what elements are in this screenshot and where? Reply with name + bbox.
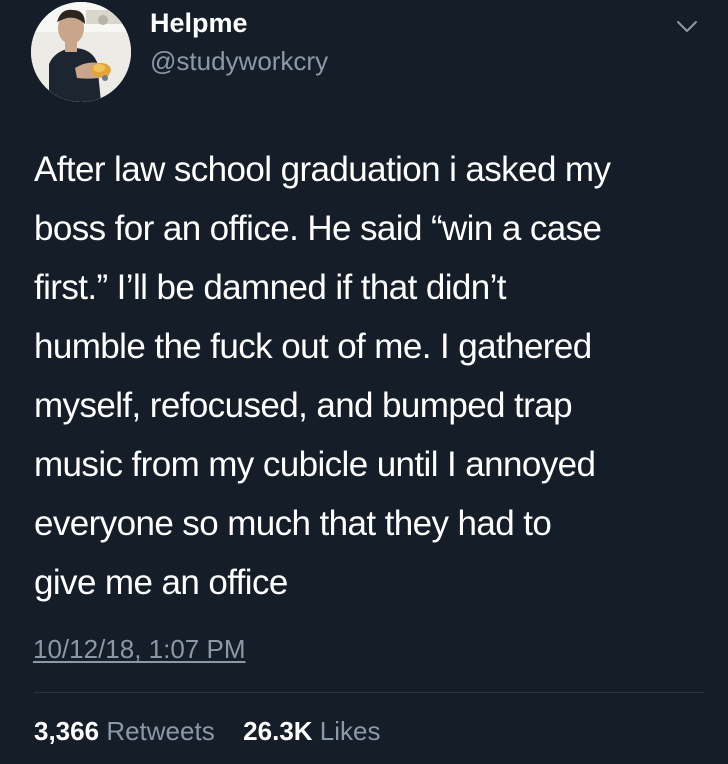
- divider: [34, 692, 704, 693]
- tweet-text-line: everyone so much that they had to: [34, 504, 552, 543]
- chevron-down-icon[interactable]: [676, 20, 698, 34]
- user-handle[interactable]: @studyworkcry: [150, 46, 328, 77]
- tweet-text-line: myself, refocused, and bumped trap: [34, 386, 573, 425]
- avatar-photo: [31, 2, 131, 102]
- avatar[interactable]: [31, 2, 131, 102]
- tweet-text: After law school graduation i asked my b…: [34, 140, 714, 612]
- tweet-text-line: boss for an office. He said “win a case: [34, 209, 602, 248]
- tweet-card: Helpme @studyworkcry After law school gr…: [0, 0, 728, 764]
- retweets-count: 3,366: [34, 716, 100, 746]
- tweet-text-line: music from my cubicle until I annoyed: [34, 445, 596, 484]
- tweet-stats: 3,366 Retweets 26.3K Likes: [34, 716, 381, 747]
- tweet-text-line: first.” I’ll be damned if that didn’t: [34, 268, 507, 307]
- retweets-label: Retweets: [106, 716, 215, 746]
- likes-label: Likes: [319, 716, 381, 746]
- likes-count: 26.3K: [243, 716, 313, 746]
- display-name[interactable]: Helpme: [150, 8, 248, 39]
- retweets-stat[interactable]: 3,366 Retweets: [34, 716, 222, 746]
- likes-stat[interactable]: 26.3K Likes: [236, 716, 381, 746]
- tweet-text-line: give me an office: [34, 563, 288, 602]
- tweet-timestamp[interactable]: 10/12/18, 1:07 PM: [33, 634, 245, 665]
- tweet-text-line: humble the fuck out of me. I gathered: [34, 327, 592, 366]
- tweet-text-line: After law school graduation i asked my: [34, 150, 611, 189]
